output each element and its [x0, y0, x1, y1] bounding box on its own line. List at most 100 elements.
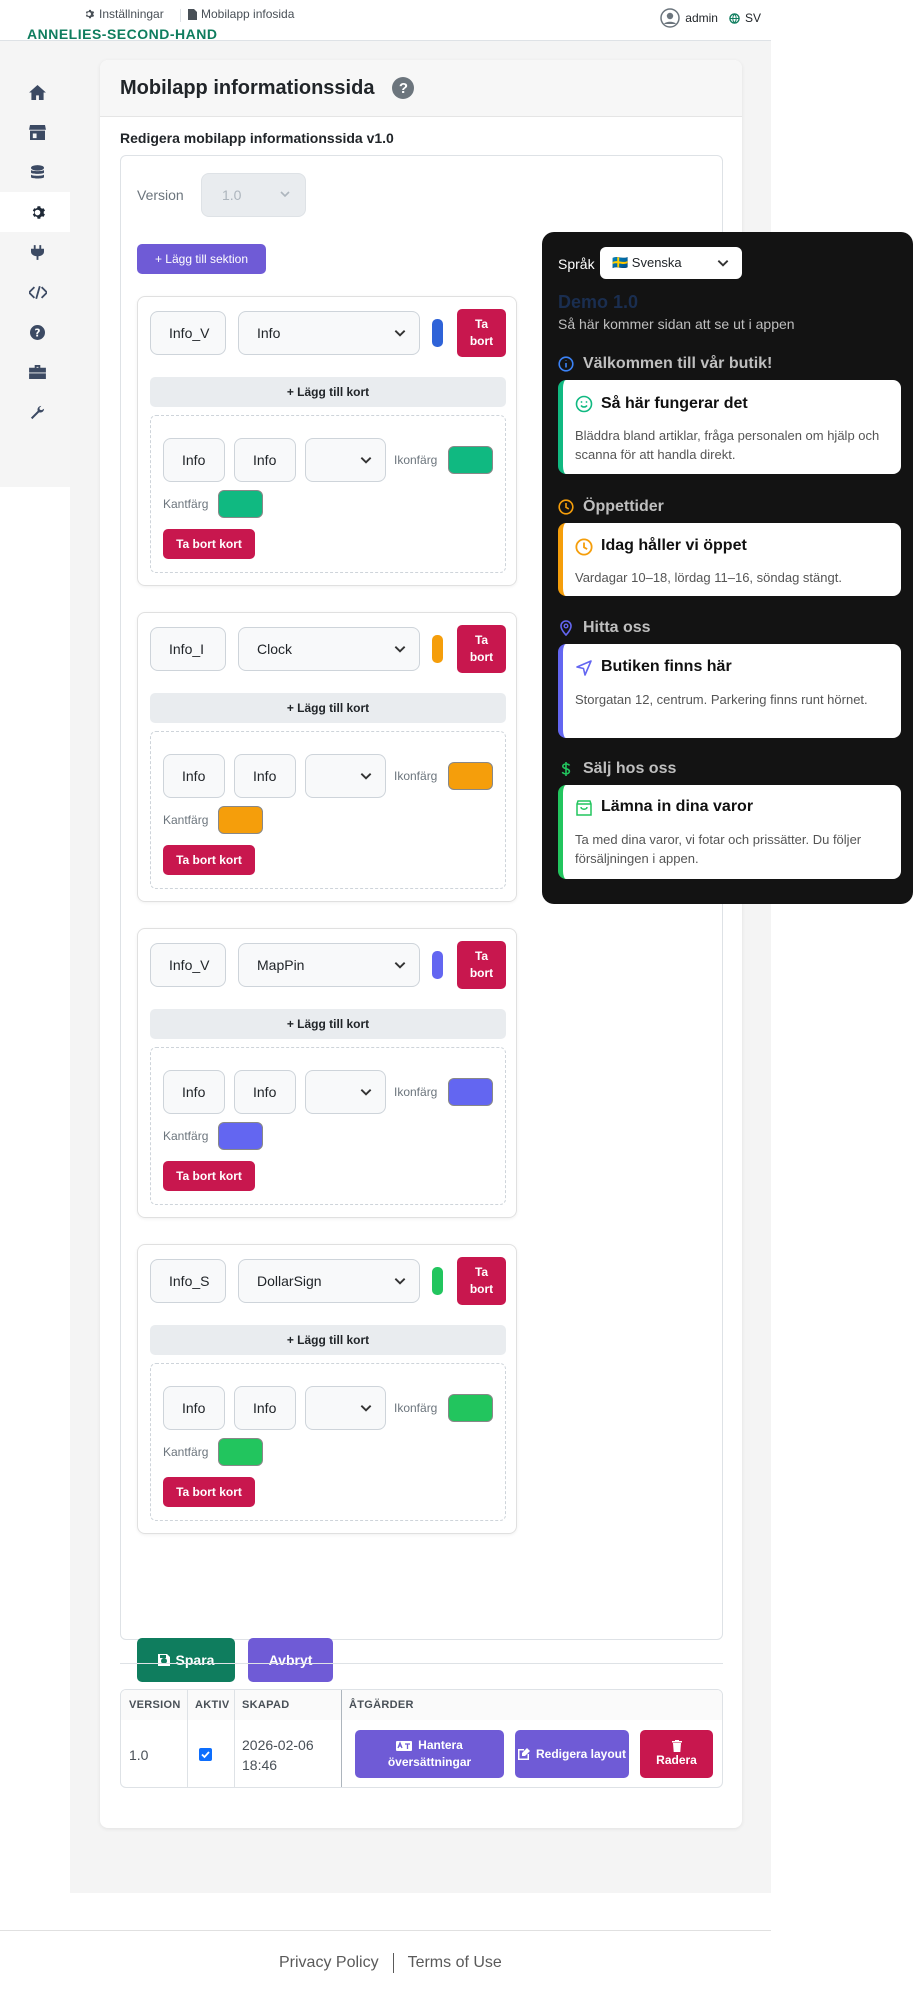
- card-text-input[interactable]: Info: [234, 1386, 296, 1430]
- card-text-input[interactable]: Info: [234, 1070, 296, 1114]
- section-color-picker[interactable]: [432, 635, 443, 663]
- row-created-date: 2026-02-06: [242, 1736, 314, 1753]
- brand-logo[interactable]: ANNELIES-SECOND-HAND: [27, 26, 217, 42]
- gear-icon: [32, 205, 45, 219]
- delete-card-button[interactable]: Ta bort kort: [163, 1161, 255, 1191]
- language-switch[interactable]: SV: [745, 11, 761, 25]
- delete-version-button[interactable]: Radera: [640, 1730, 713, 1778]
- save-button[interactable]: Spara: [137, 1638, 235, 1682]
- sidebar-item-maintenance[interactable]: [0, 392, 75, 432]
- edit-layout-label: Redigera layout: [517, 1746, 626, 1763]
- section-key-input[interactable]: Info_V: [150, 943, 226, 987]
- delete-card-button[interactable]: Ta bort kort: [163, 845, 255, 875]
- row-active-checkbox[interactable]: [199, 1720, 212, 1787]
- sidebar-item-help[interactable]: ?: [0, 312, 75, 352]
- floppy-icon: [157, 1654, 170, 1666]
- icon-color-picker[interactable]: [448, 762, 493, 790]
- version-label: Version: [137, 187, 184, 203]
- navigation-icon: [576, 660, 592, 676]
- delete-section-button[interactable]: Ta bort: [457, 941, 506, 989]
- card-title-input[interactable]: Info: [163, 1386, 225, 1430]
- delete-section-button[interactable]: Ta bort: [457, 309, 506, 357]
- home-icon: [29, 84, 46, 100]
- border-color-picker[interactable]: [218, 1122, 263, 1150]
- card-editor: Info Info Ikonfärg Kantfärg Ta bort kort: [150, 1363, 506, 1521]
- border-color-picker[interactable]: [218, 490, 263, 518]
- add-card-button[interactable]: + Lägg till kort: [150, 1009, 506, 1039]
- card-header: Mobilapp informationssida ?: [100, 60, 742, 117]
- border-color-label: Kantfärg: [163, 497, 209, 511]
- section-key-input[interactable]: Info_V: [150, 311, 226, 355]
- section-icon-select[interactable]: Clock: [238, 627, 420, 671]
- breadcrumb-settings[interactable]: Inställningar: [84, 7, 164, 21]
- versions-table: VERSION AKTIV SKAPAD ÅTGÄRDER 1.0 2026-0…: [120, 1689, 723, 1788]
- chevron-down-icon: [360, 773, 372, 780]
- add-card-button[interactable]: + Lägg till kort: [150, 377, 506, 407]
- chevron-down-icon: [394, 1278, 406, 1285]
- card-icon-select[interactable]: [305, 1386, 386, 1430]
- add-card-button[interactable]: + Lägg till kort: [150, 1325, 506, 1355]
- card-icon-select[interactable]: [305, 1070, 386, 1114]
- section-key-input[interactable]: Info_S: [150, 1259, 226, 1303]
- column-header-actions: ÅTGÄRDER: [341, 1690, 722, 1720]
- sidebar-item-tools[interactable]: [0, 352, 75, 392]
- sidebar-item-code[interactable]: [0, 272, 75, 312]
- privacy-policy-link[interactable]: Privacy Policy: [279, 1954, 379, 1972]
- username[interactable]: admin: [685, 11, 718, 25]
- preview-card-title: Idag håller vi öppet: [601, 537, 747, 554]
- section-key-input[interactable]: Info_I: [150, 627, 226, 671]
- icon-color-picker[interactable]: [448, 1394, 493, 1422]
- terms-of-use-link[interactable]: Terms of Use: [408, 1954, 502, 1972]
- section-icon-value: DollarSign: [257, 1273, 322, 1289]
- manage-translations-button[interactable]: Hantera översättningar: [355, 1730, 504, 1778]
- card-icon-select[interactable]: [305, 754, 386, 798]
- user-avatar-icon[interactable]: [660, 8, 681, 28]
- icon-color-picker[interactable]: [448, 446, 493, 474]
- card-text-input[interactable]: Info: [234, 438, 296, 482]
- sidebar-item-store[interactable]: [0, 112, 75, 152]
- question-circle-icon: ?: [30, 324, 45, 340]
- map-pin-icon: [560, 620, 572, 636]
- sidebar-item-plugins[interactable]: [0, 232, 75, 272]
- section-color-picker[interactable]: [432, 951, 443, 979]
- top-navbar: Inställningar Mobilapp infosida ANNELIES…: [0, 0, 771, 42]
- add-card-button[interactable]: + Lägg till kort: [150, 693, 506, 723]
- card-icon-select[interactable]: [305, 438, 386, 482]
- border-color-picker[interactable]: [218, 1438, 263, 1466]
- cancel-button[interactable]: Avbryt: [248, 1638, 333, 1682]
- delete-section-button[interactable]: Ta bort: [457, 625, 506, 673]
- edit-layout-button[interactable]: Redigera layout: [515, 1730, 629, 1778]
- breadcrumb-mobile-info[interactable]: Mobilapp infosida: [188, 7, 294, 21]
- preview-subtitle: Så här kommer sidan att se ut i appen: [558, 316, 795, 332]
- delete-card-button[interactable]: Ta bort kort: [163, 529, 255, 559]
- help-icon[interactable]: ?: [392, 77, 415, 99]
- sidebar: ?: [0, 41, 76, 487]
- footer-divider: [0, 1930, 771, 1931]
- section-color-picker[interactable]: [432, 1267, 443, 1295]
- language-select[interactable]: 🇸🇪 Svenska: [600, 247, 742, 279]
- preview-card: Så här fungerar det Bläddra bland artikl…: [558, 380, 901, 474]
- section-icon-select[interactable]: Info: [238, 311, 420, 355]
- delete-card-button[interactable]: Ta bort kort: [163, 1477, 255, 1507]
- icon-color-label: Ikonfärg: [394, 453, 438, 467]
- clock-icon: [575, 538, 593, 556]
- sidebar-item-home[interactable]: [0, 72, 75, 112]
- border-color-picker[interactable]: [218, 806, 263, 834]
- add-section-button[interactable]: + Lägg till sektion: [137, 244, 266, 274]
- sidebar-item-settings[interactable]: [0, 192, 75, 232]
- section-icon-select[interactable]: MapPin: [238, 943, 420, 987]
- card-title-input[interactable]: Info: [163, 754, 225, 798]
- chevron-down-icon: [360, 1089, 372, 1096]
- delete-section-button[interactable]: Ta bort: [457, 1257, 506, 1305]
- sidebar-item-database[interactable]: [0, 152, 75, 192]
- card-text-input[interactable]: Info: [234, 754, 296, 798]
- preview-card-text: Ta med dina varor, vi fotar och prissätt…: [575, 832, 862, 866]
- card-title-input[interactable]: Info: [163, 1070, 225, 1114]
- card-title-input[interactable]: Info: [163, 438, 225, 482]
- section-color-picker[interactable]: [432, 319, 443, 347]
- section-icon-value: Clock: [257, 641, 293, 657]
- icon-color-picker[interactable]: [448, 1078, 493, 1106]
- section-icon-select[interactable]: DollarSign: [238, 1259, 420, 1303]
- section-editor: Info_I Clock Ta bort + Lägg till kort In…: [137, 612, 517, 902]
- delete-section-label: Ta bort: [469, 949, 494, 980]
